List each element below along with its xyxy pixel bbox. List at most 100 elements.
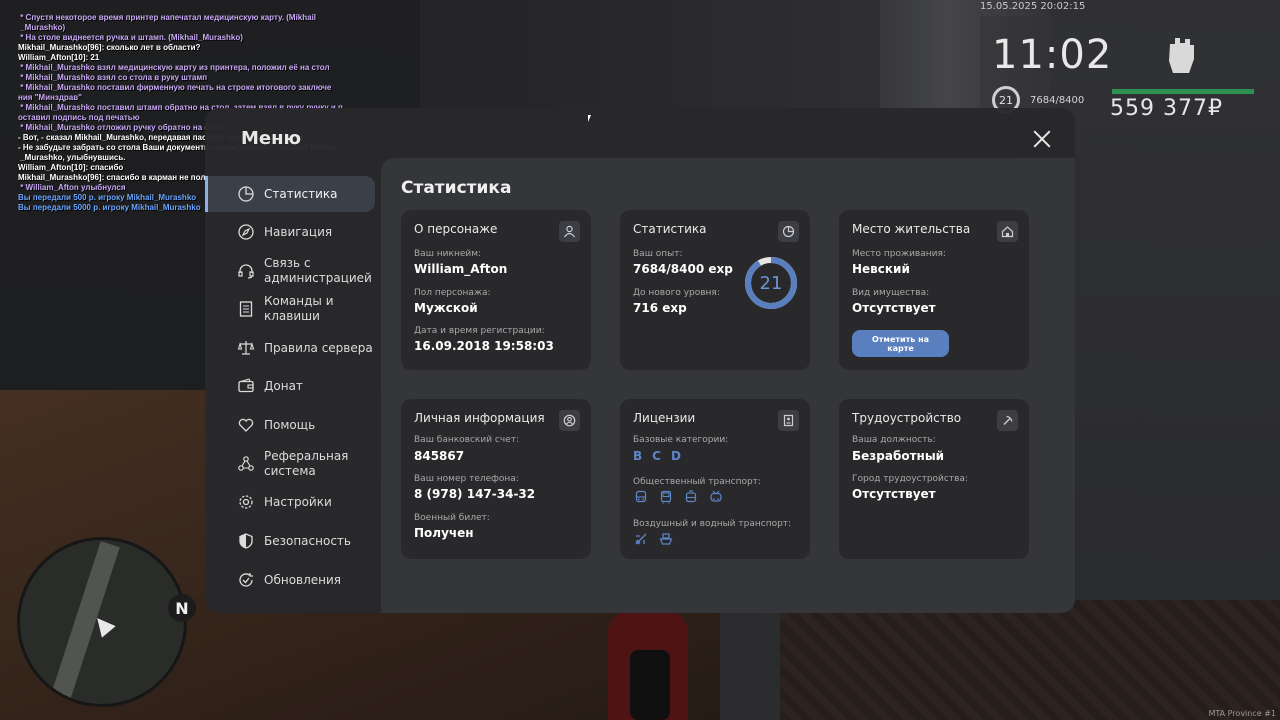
mouse-cursor xyxy=(588,115,591,122)
bank-value: 845867 xyxy=(414,449,465,463)
pie-chart-icon xyxy=(778,221,799,242)
close-icon[interactable] xyxy=(1031,128,1053,150)
card-title: Лицензии xyxy=(633,411,696,425)
user-circle-icon xyxy=(559,410,580,431)
public-transport-icons xyxy=(633,489,724,505)
sidebar-item-label: Реферальная система xyxy=(264,449,349,478)
chat-line: Mikhail_Murashko[96]: сколько лет в обла… xyxy=(18,43,201,52)
sidebar-item-label: Обновления xyxy=(264,572,342,587)
license-categories: B C D xyxy=(633,449,681,463)
city-label: Город трудоустройства: xyxy=(852,474,968,484)
chat-line: * На столе виднеется ручка и штамп. (Mik… xyxy=(18,33,243,42)
license-category: C xyxy=(652,449,661,463)
sidebar-item-label: Безопасность xyxy=(264,533,351,548)
place-label: Место проживания: xyxy=(852,249,946,259)
next-value: 716 exp xyxy=(633,301,687,315)
server-watermark: MTA Province #1 xyxy=(1208,709,1276,718)
north-indicator: N xyxy=(168,594,196,622)
content-title: Статистика xyxy=(401,178,512,198)
sidebar-item[interactable]: Правила сервера xyxy=(205,330,375,366)
sidebar-item[interactable]: Донат xyxy=(205,368,375,404)
sidebar-item[interactable]: Связь с администрацией xyxy=(205,253,375,289)
license-category: D xyxy=(670,449,681,463)
user-icon xyxy=(559,221,580,242)
pickaxe-icon xyxy=(997,410,1018,431)
card-personal: Личная информация Ваш банковский счет: 8… xyxy=(401,399,591,559)
minimap xyxy=(17,537,187,707)
air-water-transport-icons xyxy=(633,531,674,547)
sidebar-item[interactable]: Безопасность xyxy=(205,523,375,559)
menu-title: Меню xyxy=(241,128,302,149)
city-value: Отсутствует xyxy=(852,487,936,501)
sidebar-item-label: Статистика xyxy=(264,186,338,201)
gender-value: Мужской xyxy=(414,301,478,315)
chat-line: * Спустя некоторое время принтер напечат… xyxy=(18,13,317,22)
trolleybus-icon xyxy=(708,489,724,505)
phone-value: 8 (978) 147-34-32 xyxy=(414,487,536,501)
id-card-icon xyxy=(778,410,799,431)
sidebar-item[interactable]: Обновления xyxy=(205,562,375,598)
bus-icon xyxy=(633,489,649,505)
military-value: Получен xyxy=(414,526,474,540)
nick-label: Ваш никнейм: xyxy=(414,249,482,259)
property-label: Вид имущества: xyxy=(852,288,930,298)
exp-label: Ваш опыт: xyxy=(633,249,683,259)
card-character: О персонаже Ваш никнейм: William_Afton П… xyxy=(401,210,591,370)
stats-content: Статистика О персонаже Ваш никнейм: Will… xyxy=(381,158,1075,613)
card-job: Трудоустройство Ваша должность: Безработ… xyxy=(839,399,1029,559)
nick-value: William_Afton xyxy=(414,262,508,276)
position-label: Ваша должность: xyxy=(852,435,936,445)
sidebar-item[interactable]: Реферальная система xyxy=(205,446,375,482)
position-value: Безработный xyxy=(852,449,945,463)
ship-icon xyxy=(658,531,674,547)
card-title: Трудоустройство xyxy=(852,411,962,425)
hud-health-bar xyxy=(1112,89,1254,94)
wallet-icon xyxy=(237,377,255,395)
base-label: Базовые категории: xyxy=(633,435,729,445)
sidebar-item[interactable]: Помощь xyxy=(205,407,375,443)
network-icon xyxy=(237,455,255,473)
card-title: Статистика xyxy=(633,222,707,236)
sidebar-item-label: Помощь xyxy=(264,417,316,432)
document-list-icon xyxy=(237,300,255,318)
chat-line: * Mikhail_Murashko поставил фирменную пе… xyxy=(18,83,332,92)
sidebar-item-label: Связь с администрацией xyxy=(264,256,372,285)
sidebar-item-label: Навигация xyxy=(264,224,333,239)
bank-label: Ваш банковский счет: xyxy=(414,435,520,445)
reg-label: Дата и время регистрации: xyxy=(414,326,545,336)
sidebar-item[interactable]: Статистика xyxy=(205,176,375,212)
card-stats: Статистика Ваш опыт: 7684/8400 exp До но… xyxy=(620,210,810,370)
card-licenses: Лицензии Базовые категории: B C D Общест… xyxy=(620,399,810,559)
phone-label: Ваш номер телефона: xyxy=(414,474,519,484)
bus-front-icon xyxy=(658,489,674,505)
level-number: 21 xyxy=(759,272,783,294)
home-icon xyxy=(997,221,1018,242)
scales-icon xyxy=(237,339,255,357)
refresh-check-icon xyxy=(237,571,255,589)
card-title: Личная информация xyxy=(414,411,545,425)
card-residence: Место жительства Место проживания: Невск… xyxy=(839,210,1029,370)
fist-icon xyxy=(1169,38,1194,73)
plane-icon xyxy=(633,531,649,547)
compass-icon xyxy=(237,223,255,241)
mark-on-map-button[interactable]: Отметить на карте xyxy=(852,330,949,357)
exp-value: 7684/8400 exp xyxy=(633,262,733,276)
hud-datetime: 15.05.2025 20:02:15 xyxy=(980,1,1086,12)
hud-exp: 7684/8400 xyxy=(1030,95,1085,106)
military-label: Военный билет: xyxy=(414,513,490,523)
place-value: Невский xyxy=(852,262,910,276)
pie-chart-icon xyxy=(237,185,255,203)
sidebar-item-label: Настройки xyxy=(264,494,332,509)
hud-clock: 11:02 xyxy=(992,32,1113,78)
card-title: Место жительства xyxy=(852,222,971,236)
card-title: О персонаже xyxy=(414,222,498,236)
gender-label: Пол персонажа: xyxy=(414,288,491,298)
sidebar-item[interactable]: Настройки xyxy=(205,484,375,520)
sidebar-item[interactable]: Команды и клавиши xyxy=(205,291,375,327)
chat-line: William_Afton[10]: 21 xyxy=(18,53,100,62)
menu-window: Меню Статистика Навигация Связь с админист… xyxy=(205,108,1075,613)
gear-icon xyxy=(237,493,255,511)
license-category: B xyxy=(633,449,643,463)
sidebar-item[interactable]: Навигация xyxy=(205,214,375,250)
chat-line: * Mikhail_Murashko взял медицинскую карт… xyxy=(18,63,330,72)
